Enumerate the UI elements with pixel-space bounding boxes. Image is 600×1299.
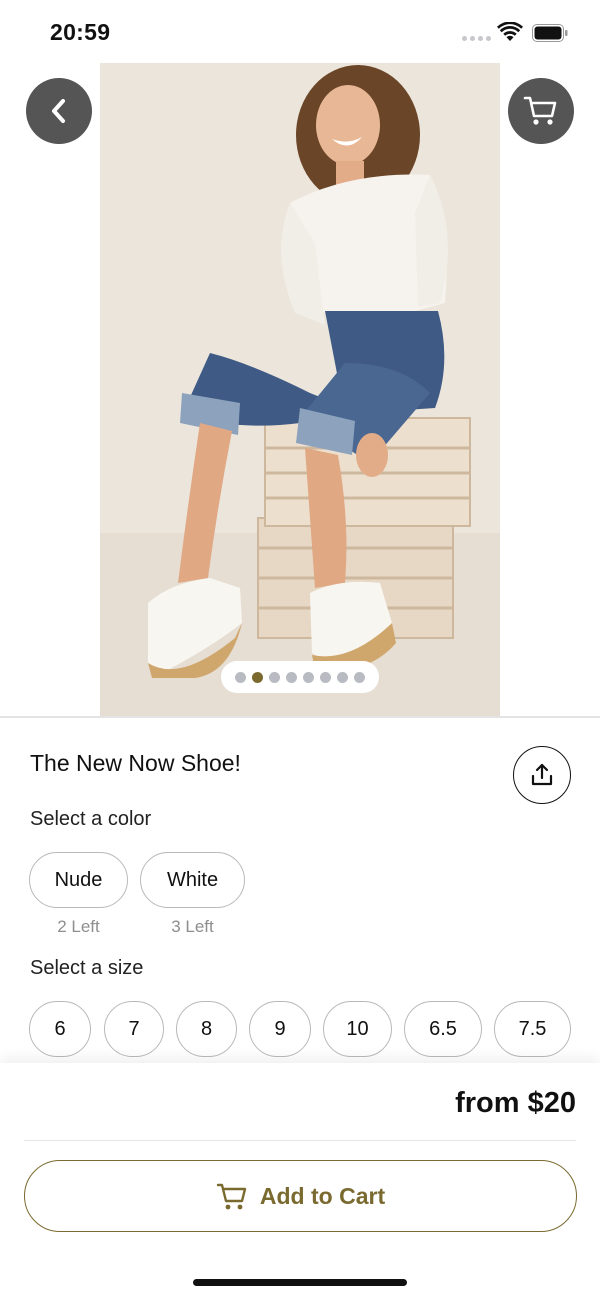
page-dot[interactable] bbox=[269, 671, 280, 683]
page-dot[interactable] bbox=[354, 671, 365, 683]
price-label: from $20 bbox=[455, 1087, 576, 1119]
size-option-6[interactable]: 6 bbox=[29, 1001, 91, 1057]
size-option-label: 6.5 bbox=[429, 1017, 457, 1040]
size-option-label: 10 bbox=[346, 1017, 369, 1040]
status-bar: 20:59 bbox=[0, 0, 600, 62]
cart-icon bbox=[523, 96, 557, 125]
cart-button[interactable] bbox=[508, 78, 574, 144]
battery-icon bbox=[532, 24, 568, 42]
share-button[interactable] bbox=[513, 746, 571, 804]
size-option-6-5[interactable]: 6.5 bbox=[404, 1001, 482, 1057]
signal-dots-icon bbox=[462, 36, 491, 41]
product-image[interactable] bbox=[100, 63, 500, 716]
color-stock-nude: 2 Left bbox=[57, 917, 100, 936]
gallery-page-indicator[interactable] bbox=[221, 661, 379, 693]
page-dot-active[interactable] bbox=[252, 671, 263, 683]
size-option-label: 9 bbox=[274, 1017, 286, 1040]
size-option-label: 8 bbox=[200, 1017, 213, 1040]
purchase-divider bbox=[24, 1140, 576, 1141]
add-to-cart-label: Add to Cart bbox=[259, 1182, 386, 1209]
page-dot[interactable] bbox=[286, 671, 297, 683]
color-option-label: Nude bbox=[54, 868, 103, 891]
chevron-left-icon bbox=[52, 99, 65, 123]
size-option-9[interactable]: 9 bbox=[249, 1001, 311, 1057]
color-section-label: Select a color bbox=[30, 808, 152, 830]
size-option-10[interactable]: 10 bbox=[323, 1001, 392, 1057]
cart-icon bbox=[216, 1183, 247, 1210]
product-title: The New Now Shoe! bbox=[30, 750, 241, 776]
status-time: 20:59 bbox=[50, 19, 111, 45]
purchase-bar: from $20 Add to Cart bbox=[0, 1063, 600, 1299]
page-dot[interactable] bbox=[303, 671, 314, 683]
image-divider bbox=[0, 716, 600, 718]
page-dot[interactable] bbox=[320, 671, 331, 683]
page-dot[interactable] bbox=[337, 671, 348, 683]
size-option-label: 7 bbox=[128, 1017, 140, 1040]
size-section-label: Select a size bbox=[30, 957, 144, 979]
share-icon bbox=[531, 763, 553, 786]
back-button[interactable] bbox=[26, 78, 92, 144]
color-stock-white: 3 Left bbox=[171, 917, 214, 936]
home-indicator[interactable] bbox=[193, 1279, 407, 1286]
size-option-label: 7.5 bbox=[518, 1017, 547, 1040]
color-option-nude[interactable]: Nude bbox=[29, 852, 128, 908]
color-option-white[interactable]: White bbox=[140, 852, 245, 908]
size-option-label: 6 bbox=[54, 1017, 66, 1040]
product-photo bbox=[100, 63, 500, 716]
size-option-8[interactable]: 8 bbox=[176, 1001, 237, 1057]
size-option-7[interactable]: 7 bbox=[104, 1001, 164, 1057]
size-option-7-5[interactable]: 7.5 bbox=[494, 1001, 571, 1057]
page-dot[interactable] bbox=[235, 671, 246, 683]
wifi-icon bbox=[497, 22, 523, 41]
add-to-cart-button[interactable]: Add to Cart bbox=[24, 1160, 577, 1232]
color-option-label: White bbox=[166, 868, 219, 891]
